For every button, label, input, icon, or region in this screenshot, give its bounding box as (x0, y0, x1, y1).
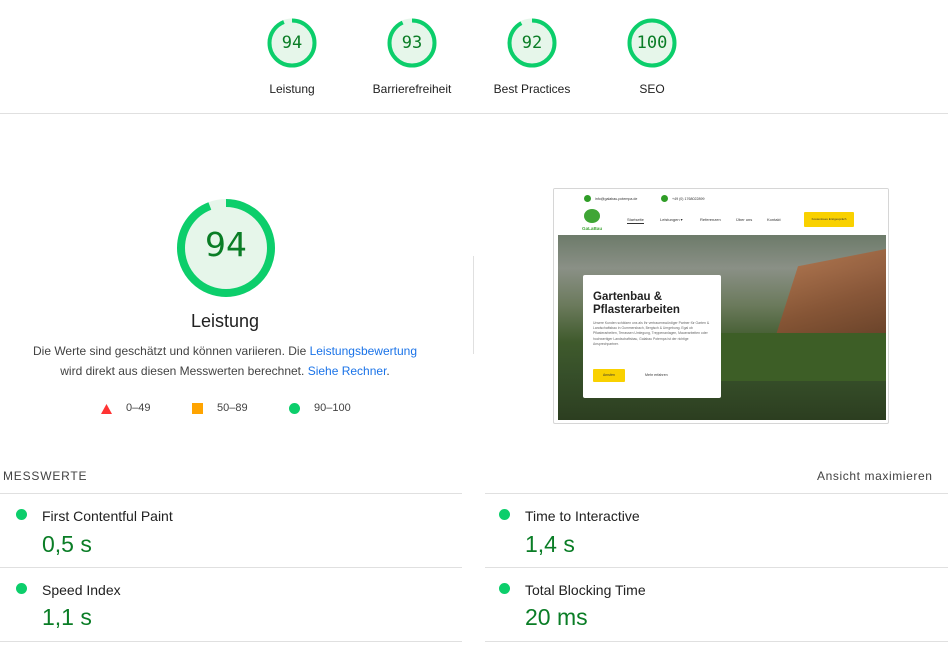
legend-range: 0–49 (126, 402, 151, 414)
page-screenshot[interactable]: info@galabau-potempa.de +49 (0) 17680228… (553, 188, 889, 424)
site-hero: Gartenbau & Pflasterarbeiten Unsere Kund… (558, 235, 886, 420)
pass-dot-icon (16, 583, 27, 594)
metric-label: Speed Index (42, 582, 121, 598)
siehe-rechner-link[interactable]: Siehe Rechner (308, 364, 387, 378)
hero-call-label: Anrufen (603, 373, 615, 377)
metric-divider (485, 493, 948, 494)
site-email: info@galabau-potempa.de (595, 197, 638, 201)
metric-divider (485, 641, 948, 642)
gauge-score: 92 (521, 33, 543, 53)
gauge-seo[interactable]: 100 SEO (592, 18, 712, 96)
metric-label: Time to Interactive (525, 508, 640, 524)
hedge (708, 333, 886, 381)
metric-divider (0, 493, 462, 494)
metric-label: Total Blocking Time (525, 582, 646, 598)
performance-title: Leistung (190, 311, 260, 331)
pass-dot-icon (16, 509, 27, 520)
hero-more-link: Mehr erfahren (645, 373, 668, 377)
metric-value: 20 ms (525, 604, 588, 630)
site-nav-item: Referenzen (700, 217, 721, 222)
site-header: info@galabau-potempa.de +49 (0) 17680228… (554, 189, 888, 235)
divider (473, 256, 474, 354)
metric-divider (0, 567, 462, 568)
gauge-label: Barrierefreiheit (372, 82, 452, 96)
gauge-label: Leistung (269, 82, 315, 96)
email-icon (584, 195, 591, 202)
site-nav-item: Startseite (627, 217, 644, 224)
site-logo-text: GaLaBau (582, 226, 603, 231)
metric-value: 0,5 s (42, 531, 92, 557)
circle-icon (289, 403, 300, 414)
site-nav-item: Kontakt (767, 217, 781, 222)
house-roof (776, 249, 886, 335)
site-nav-item: Leistungen ▾ (660, 217, 683, 222)
description-text: . (386, 363, 390, 378)
performance-description: Die Werte sind geschätzt und können vari… (0, 342, 450, 381)
hero-title-line: Gartenbau & (593, 291, 663, 303)
site-phone: +49 (0) 1768022899 (672, 197, 705, 201)
gauge-leistung[interactable]: 94 Leistung (232, 18, 352, 96)
description-text: Die Werte sind geschätzt und können vari… (32, 344, 310, 358)
gauge-best-practices[interactable]: 92 Best Practices (472, 18, 592, 96)
leistungsbewertung-link[interactable]: Leistungsbewertung (310, 344, 417, 358)
metric-value: 1,4 s (525, 531, 575, 557)
metric-value: 1,1 s (42, 604, 92, 630)
square-icon (192, 403, 203, 414)
hero-card: Gartenbau & Pflasterarbeiten Unsere Kund… (583, 275, 721, 398)
metric-divider (0, 641, 462, 642)
expand-view-toggle[interactable]: Ansicht maximieren (817, 469, 933, 483)
site-nav-item: Über uns (736, 217, 753, 222)
hero-title-line: Pflasterarbeiten (593, 304, 680, 316)
gauge-barrierefreiheit[interactable]: 93 Barrierefreiheit (352, 18, 472, 96)
hero-title: Gartenbau & Pflasterarbeiten (593, 291, 680, 317)
pass-dot-icon (499, 583, 510, 594)
legend-range: 50–89 (217, 402, 248, 414)
gauge-score: 94 (281, 33, 303, 53)
phone-icon (661, 195, 668, 202)
site-cta-button: Kostenloses Erstgespräch (804, 212, 854, 227)
description-text: wird direkt aus diesen Messwerten berech… (60, 363, 308, 378)
gauge-score: 93 (401, 33, 423, 53)
performance-gauge: 94 (176, 198, 276, 298)
legend-range: 90–100 (314, 402, 351, 414)
metrics-heading: MESSWERTE (3, 469, 88, 483)
gauge-label: SEO (639, 82, 665, 96)
triangle-icon (101, 404, 112, 414)
gauge-score: 100 (636, 33, 668, 53)
metric-label: First Contentful Paint (42, 508, 173, 524)
summary-gauges: 94 Leistung 93 Barrierefreiheit 92 Best … (0, 0, 948, 114)
performance-score: 94 (205, 225, 247, 264)
site-logo-icon (584, 209, 600, 223)
hero-text: Unsere Kunden schätzen uns als Ihr vertr… (593, 321, 710, 346)
metric-divider (485, 567, 948, 568)
pass-dot-icon (499, 509, 510, 520)
site-cta-label: Kostenloses Erstgespräch (811, 217, 847, 221)
hero-call-button: Anrufen (593, 369, 625, 382)
gauge-label: Best Practices (493, 82, 571, 96)
